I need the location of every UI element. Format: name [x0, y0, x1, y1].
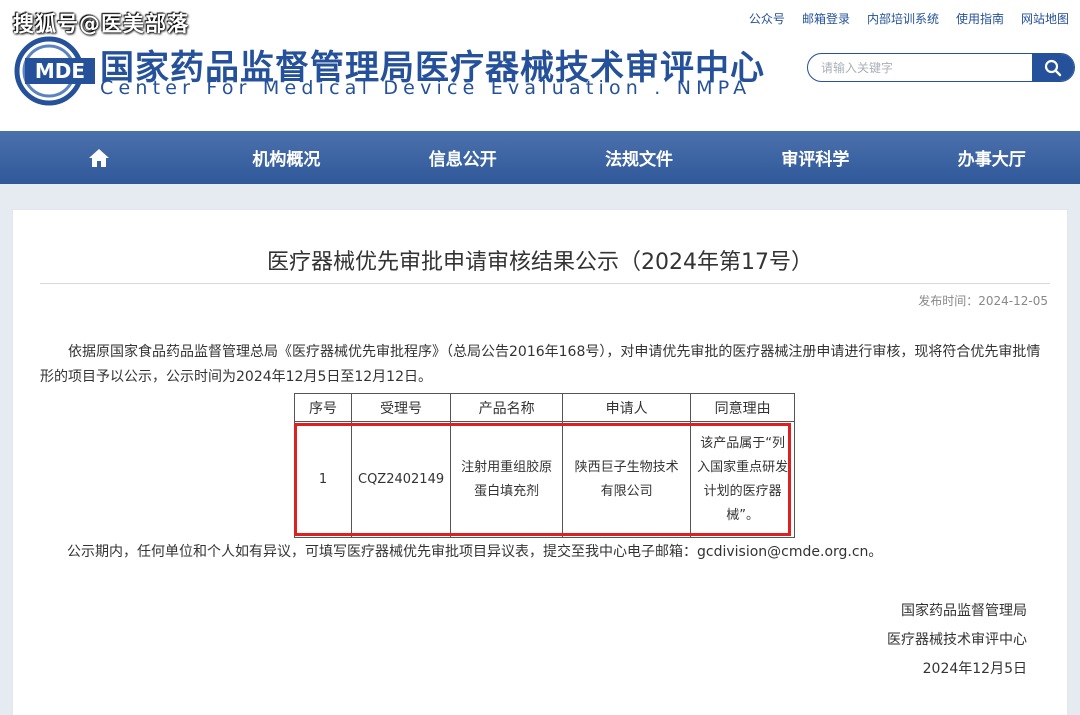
nav-service-hall[interactable]: 办事大厅: [904, 131, 1080, 184]
watermark-text: 搜狐号@医美部落: [13, 12, 189, 36]
signature-org-cmde: 医疗器械技术审评中心: [887, 632, 1027, 648]
table-cell-acceptance-no: CQZ2402149: [350, 421, 452, 538]
nav-info-disclosure[interactable]: 信息公开: [375, 131, 551, 184]
search-button[interactable]: [1032, 54, 1074, 81]
signature-date: 2024年12月5日: [922, 661, 1027, 677]
table-cell-index: 1: [294, 421, 352, 538]
main-nav: 机构概况 信息公开 法规文件 审评科学 办事大厅: [0, 131, 1080, 184]
nav-regulations[interactable]: 法规文件: [551, 131, 727, 184]
site-name-en: Center For Medical Device Evaluation . N…: [100, 77, 752, 99]
top-links: 公众号 邮箱登录 内部培训系统 使用指南 网站地图: [749, 10, 1069, 27]
objection-notice: 公示期内，任何单位和个人如有异议，可填写医疗器械优先审批项目异议表，提交至我中心…: [67, 544, 883, 560]
home-icon: [89, 148, 110, 167]
nav-review-science[interactable]: 审评科学: [727, 131, 903, 184]
article-title: 医疗器械优先审批申请审核结果公示（2024年第17号）: [267, 250, 813, 275]
article-intro: 依据原国家食品药品监督管理总局《医疗器械优先审批程序》（总局公告2016年168…: [40, 344, 1041, 385]
table-header: 申请人: [562, 393, 692, 422]
table-cell-applicant: 陕西巨子生物技术有限公司: [562, 421, 692, 538]
top-link-mail-login[interactable]: 邮箱登录: [802, 10, 850, 27]
logo-mark-text: MDE: [35, 59, 85, 83]
search-box: [807, 53, 1075, 82]
article-card: 医疗器械优先审批申请审核结果公示（2024年第17号） 发布时间：2024-12…: [12, 209, 1068, 715]
table-header: 产品名称: [450, 393, 564, 422]
table-header: 序号: [294, 393, 352, 422]
table-cell-product-name: 注射用重组胶原蛋白填充剂: [450, 421, 564, 538]
search-icon: [1044, 59, 1062, 76]
nav-home[interactable]: [0, 131, 198, 184]
top-link-user-guide[interactable]: 使用指南: [956, 10, 1004, 27]
mde-logo-icon[interactable]: MDE: [11, 36, 97, 106]
top-link-training-system[interactable]: 内部培训系统: [867, 10, 939, 27]
nav-about[interactable]: 机构概况: [198, 131, 374, 184]
table-header: 受理号: [350, 393, 452, 422]
table-cell-reason: 该产品属于“列入国家重点研发计划的医疗器械”。: [690, 421, 796, 538]
signature-org-nmpa: 国家药品监督管理局: [901, 603, 1027, 619]
top-link-sitemap[interactable]: 网站地图: [1021, 10, 1069, 27]
site-header: MDE 国家药品监督管理局医疗器械技术审评中心 Center For Medic…: [0, 0, 1080, 131]
top-link-wechat[interactable]: 公众号: [749, 10, 785, 27]
table-row: 1 CQZ2402149 注射用重组胶原蛋白填充剂 陕西巨子生物技术有限公司 该…: [294, 421, 796, 538]
result-table: 序号 受理号 产品名称 申请人 同意理由 1 CQZ2402149 注射用重组胶…: [294, 393, 796, 538]
table-header: 同意理由: [690, 393, 796, 422]
search-input[interactable]: [808, 54, 1032, 81]
publish-date: 发布时间：2024-12-05: [918, 294, 1048, 308]
title-divider: [40, 283, 1050, 284]
table-header-row: 序号 受理号 产品名称 申请人 同意理由: [294, 393, 796, 422]
